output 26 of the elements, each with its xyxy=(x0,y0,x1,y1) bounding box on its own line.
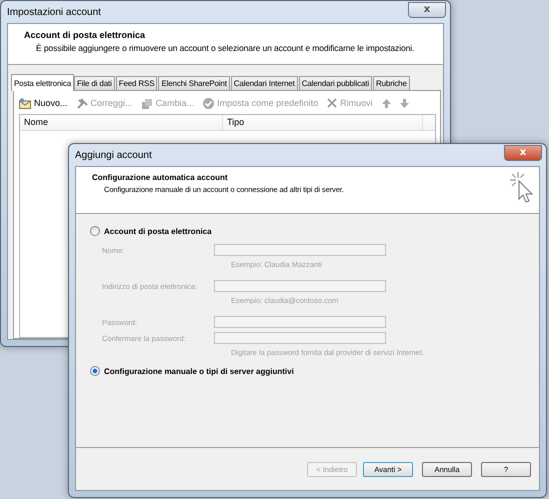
tools-icon xyxy=(76,98,88,108)
radio-option[interactable]: Configurazione manuale o tipi di server aggiuntivi xyxy=(90,366,539,376)
tab[interactable]: Posta elettronica xyxy=(11,74,74,91)
envelope-icon xyxy=(19,98,31,108)
x-icon xyxy=(327,98,338,108)
tab[interactable]: Elenchi SharePoint xyxy=(158,76,230,91)
up-arrow-icon xyxy=(382,98,391,108)
header-title: Configurazione automatica account xyxy=(92,173,229,182)
header-title: Account di posta elettronica xyxy=(24,30,146,40)
close-button[interactable]: x xyxy=(408,2,446,18)
pages-icon xyxy=(142,98,153,108)
window-title: Aggiungi account xyxy=(75,150,152,160)
tab[interactable]: File di dati xyxy=(74,76,115,91)
down-arrow-icon xyxy=(400,98,409,108)
tab[interactable]: Calendari Internet xyxy=(230,76,298,91)
tab[interactable]: Calendari pubblicati xyxy=(298,76,372,91)
header-description: È possibile aggiungere o rimuovere un account o selezionare un account e modificarne le impostazioni. xyxy=(35,43,414,53)
column-header[interactable]: Nome xyxy=(20,115,223,130)
check-circle-icon xyxy=(203,98,214,108)
window-title: Impostazioni account xyxy=(7,6,101,18)
sparkle-cursor-icon xyxy=(509,171,535,205)
toolbar-button[interactable]: Nuovo... xyxy=(19,98,68,108)
tab[interactable]: Feed RSS xyxy=(116,76,158,91)
tab[interactable]: Rubriche xyxy=(372,76,410,91)
column-header[interactable]: Tipo xyxy=(223,115,423,130)
radio-option[interactable]: Account di posta elettronica xyxy=(90,226,539,236)
